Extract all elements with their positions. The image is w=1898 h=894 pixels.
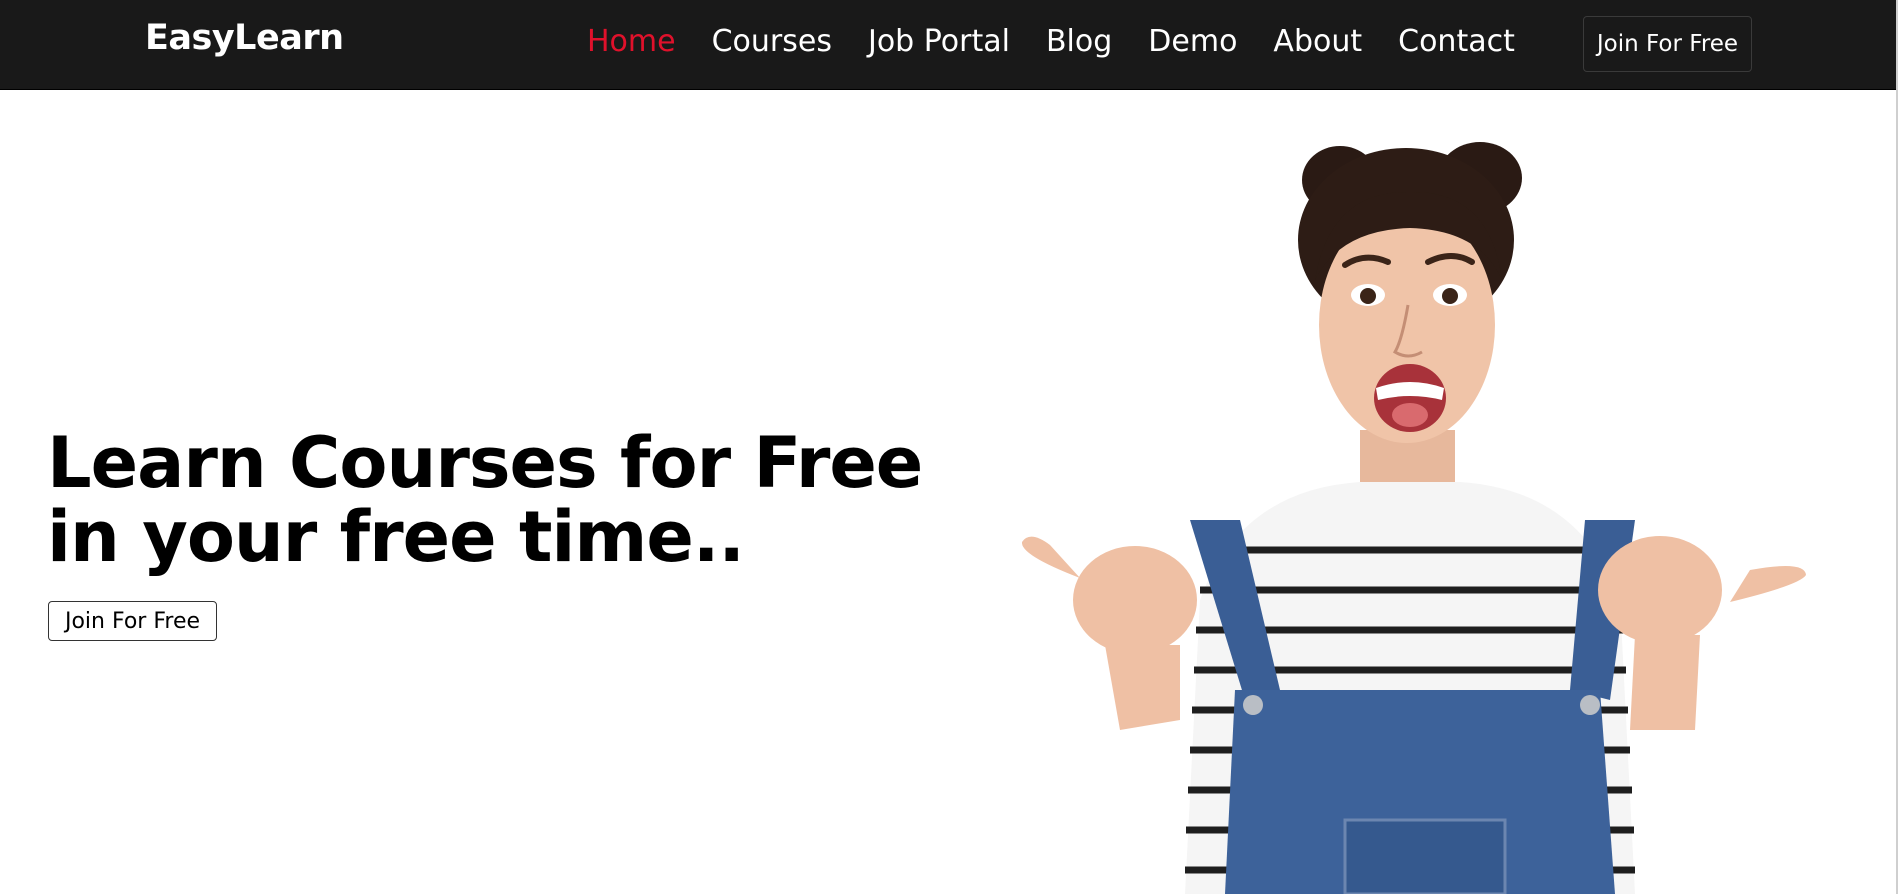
navbar: EasyLearn Home Courses Job Portal Blog D…	[0, 0, 1898, 90]
join-for-free-hero-button[interactable]: Join For Free	[48, 601, 217, 641]
nav-link-home[interactable]: Home	[587, 24, 676, 59]
logo[interactable]: EasyLearn	[145, 18, 344, 58]
join-for-free-nav-button[interactable]: Join For Free	[1583, 16, 1752, 72]
nav-link-job-portal[interactable]: Job Portal	[868, 24, 1010, 59]
nav-link-contact[interactable]: Contact	[1398, 24, 1515, 59]
page: EasyLearn Home Courses Job Portal Blog D…	[0, 0, 1898, 894]
nav-link-demo[interactable]: Demo	[1148, 24, 1237, 59]
nav-link-blog[interactable]: Blog	[1046, 24, 1112, 59]
hero-title-line-1: Learn Courses for Free	[47, 422, 923, 504]
nav-link-courses[interactable]: Courses	[712, 24, 832, 59]
main-nav: Home Courses Job Portal Blog Demo About …	[587, 21, 1551, 61]
hero-person-image	[1021, 142, 1806, 894]
hero-title-line-2: in your free time..	[47, 496, 745, 578]
nav-link-about[interactable]: About	[1273, 24, 1362, 59]
hero-title: Learn Courses for Free in your free time…	[47, 426, 927, 574]
